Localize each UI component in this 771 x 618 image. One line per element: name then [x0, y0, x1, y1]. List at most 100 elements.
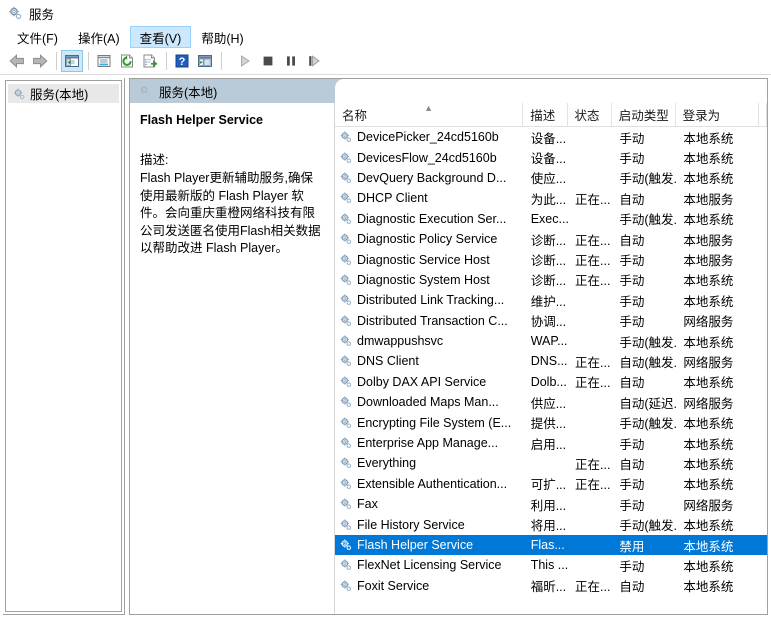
cell-startup-type: 手动(触发...	[612, 413, 676, 432]
service-gear-icon	[339, 456, 353, 470]
table-row[interactable]: DevQuery Background D...使应...手动(触发...本地系…	[335, 168, 767, 188]
cell-startup-type: 手动	[612, 128, 676, 147]
table-row[interactable]: Foxit Service福昕...正在...自动本地系统	[335, 576, 767, 596]
column-description[interactable]: 描述	[523, 103, 567, 126]
table-row[interactable]: File History Service将用...手动(触发...本地系统	[335, 514, 767, 534]
cell-service-name: DevicesFlow_24cd5160b	[335, 151, 524, 165]
table-row[interactable]: Enterprise App Manage...启用...手动本地系统	[335, 433, 767, 453]
cell-status: 正在...	[568, 576, 612, 595]
console-tree-pane: 服务(本地)	[3, 78, 125, 615]
column-startup-type[interactable]: 启动类型	[612, 103, 676, 126]
cell-log-on-as: 本地系统	[676, 515, 760, 534]
cell-status: 正在...	[568, 230, 612, 249]
table-row[interactable]: Distributed Transaction C...协调...手动网络服务	[335, 311, 767, 331]
help-icon[interactable]: ?	[171, 50, 193, 72]
service-name-label: Fax	[357, 497, 378, 511]
service-name-label: Downloaded Maps Man...	[357, 395, 499, 409]
cell-log-on-as: 本地系统	[676, 148, 760, 167]
tree-item-services-local[interactable]: 服务(本地)	[8, 84, 119, 103]
table-row[interactable]: DNS ClientDNS...正在...自动(触发...网络服务	[335, 351, 767, 371]
table-row[interactable]: Encrypting File System (E...提供...手动(触发..…	[335, 412, 767, 432]
service-name-label: Encrypting File System (E...	[357, 416, 511, 430]
table-row[interactable]: Extensible Authentication...可扩...正在...手动…	[335, 474, 767, 494]
services-list: 名称 ▲ 描述 状态 启动类型 登录为	[334, 103, 767, 614]
refresh-icon[interactable]	[116, 50, 138, 72]
column-name[interactable]: 名称 ▲	[335, 103, 523, 126]
cell-startup-type: 自动	[612, 189, 676, 208]
cell-log-on-as: 本地系统	[676, 128, 760, 147]
cell-log-on-as: 本地系统	[676, 372, 760, 391]
cell-startup-type: 自动	[612, 230, 676, 249]
toolbar-separator	[56, 52, 57, 70]
table-row[interactable]: Distributed Link Tracking...维护...手动本地系统	[335, 290, 767, 310]
start-service-icon[interactable]	[234, 50, 256, 72]
service-gear-icon	[339, 232, 353, 246]
service-gear-icon	[339, 334, 353, 348]
cell-log-on-as: 本地系统	[676, 454, 760, 473]
cell-startup-type: 手动	[612, 250, 676, 269]
table-row[interactable]: Flash Helper ServiceFlas...禁用本地系统	[335, 535, 767, 555]
cell-status: 正在...	[568, 474, 612, 493]
detail-service-name: Flash Helper Service	[140, 113, 325, 127]
export-list-icon[interactable]	[139, 50, 161, 72]
column-description-label: 描述	[530, 105, 555, 124]
service-name-label: Distributed Link Tracking...	[357, 293, 504, 307]
back-arrow-icon[interactable]	[6, 50, 28, 72]
cell-description: 使应...	[524, 168, 568, 187]
table-row[interactable]: Diagnostic Execution Ser...Exec...手动(触发.…	[335, 209, 767, 229]
cell-service-name: Foxit Service	[335, 579, 524, 593]
service-gear-icon	[339, 151, 353, 165]
table-row[interactable]: Dolby DAX API ServiceDolb...正在...自动本地系统	[335, 372, 767, 392]
forward-arrow-icon[interactable]	[29, 50, 51, 72]
table-row[interactable]: DHCP Client为此...正在...自动本地服务	[335, 188, 767, 208]
stop-service-icon[interactable]	[257, 50, 279, 72]
cell-startup-type: 手动	[612, 291, 676, 310]
cell-log-on-as: 本地系统	[676, 168, 760, 187]
cell-description: 可扩...	[524, 474, 568, 493]
properties-icon[interactable]	[93, 50, 115, 72]
cell-status: 正在...	[568, 270, 612, 289]
menu-view[interactable]: 查看(V)	[130, 26, 192, 48]
table-row[interactable]: DevicesFlow_24cd5160b设备...手动本地系统	[335, 147, 767, 167]
table-row[interactable]: DevicePicker_24cd5160b设备...手动本地系统	[335, 127, 767, 147]
pane-header-notch	[335, 79, 767, 103]
table-row[interactable]	[335, 596, 767, 614]
menu-file[interactable]: 文件(F)	[7, 26, 68, 48]
pause-service-icon[interactable]	[280, 50, 302, 72]
toolbar-separator	[88, 52, 89, 70]
service-gear-icon	[339, 212, 353, 226]
service-name-label: Enterprise App Manage...	[357, 436, 498, 450]
cell-description: 维护...	[524, 291, 568, 310]
cell-description: 诊断...	[524, 270, 568, 289]
service-gear-icon	[339, 579, 353, 593]
service-name-label: Extensible Authentication...	[357, 477, 507, 491]
show-action-pane-icon[interactable]	[194, 50, 216, 72]
table-row[interactable]: Diagnostic Policy Service诊断...正在...自动本地服…	[335, 229, 767, 249]
show-hide-console-tree-icon[interactable]	[61, 50, 83, 72]
service-gear-icon	[339, 191, 353, 205]
cell-description: 为此...	[524, 189, 568, 208]
column-status[interactable]: 状态	[568, 103, 612, 126]
table-row[interactable]: Everything正在...自动本地系统	[335, 453, 767, 473]
table-row[interactable]: FlexNet Licensing ServiceThis ...手动本地系统	[335, 555, 767, 575]
menu-help[interactable]: 帮助(H)	[191, 26, 253, 48]
services-gear-icon	[12, 87, 26, 101]
cell-log-on-as: 本地系统	[676, 209, 760, 228]
table-row[interactable]: Fax利用...手动网络服务	[335, 494, 767, 514]
table-row[interactable]: dmwappushsvcWAP...手动(触发...本地系统	[335, 331, 767, 351]
cell-log-on-as: 本地系统	[676, 556, 760, 575]
sort-ascending-icon: ▲	[424, 104, 433, 113]
cell-description: WAP...	[524, 334, 568, 348]
service-name-label: Foxit Service	[357, 579, 429, 593]
table-row[interactable]: Diagnostic System Host诊断...正在...手动本地系统	[335, 270, 767, 290]
table-row[interactable]: Downloaded Maps Man...供应...自动(延迟...网络服务	[335, 392, 767, 412]
cell-service-name: Diagnostic Service Host	[335, 253, 524, 267]
restart-service-icon[interactable]	[303, 50, 325, 72]
service-name-label: Diagnostic System Host	[357, 273, 490, 287]
column-log-on-as[interactable]: 登录为	[676, 103, 759, 126]
menu-action[interactable]: 操作(A)	[68, 26, 130, 48]
table-row[interactable]: Diagnostic Service Host诊断...正在...手动本地服务	[335, 249, 767, 269]
cell-service-name: Distributed Transaction C...	[335, 314, 524, 328]
cell-log-on-as: 本地系统	[676, 332, 760, 351]
cell-log-on-as: 网络服务	[676, 311, 760, 330]
